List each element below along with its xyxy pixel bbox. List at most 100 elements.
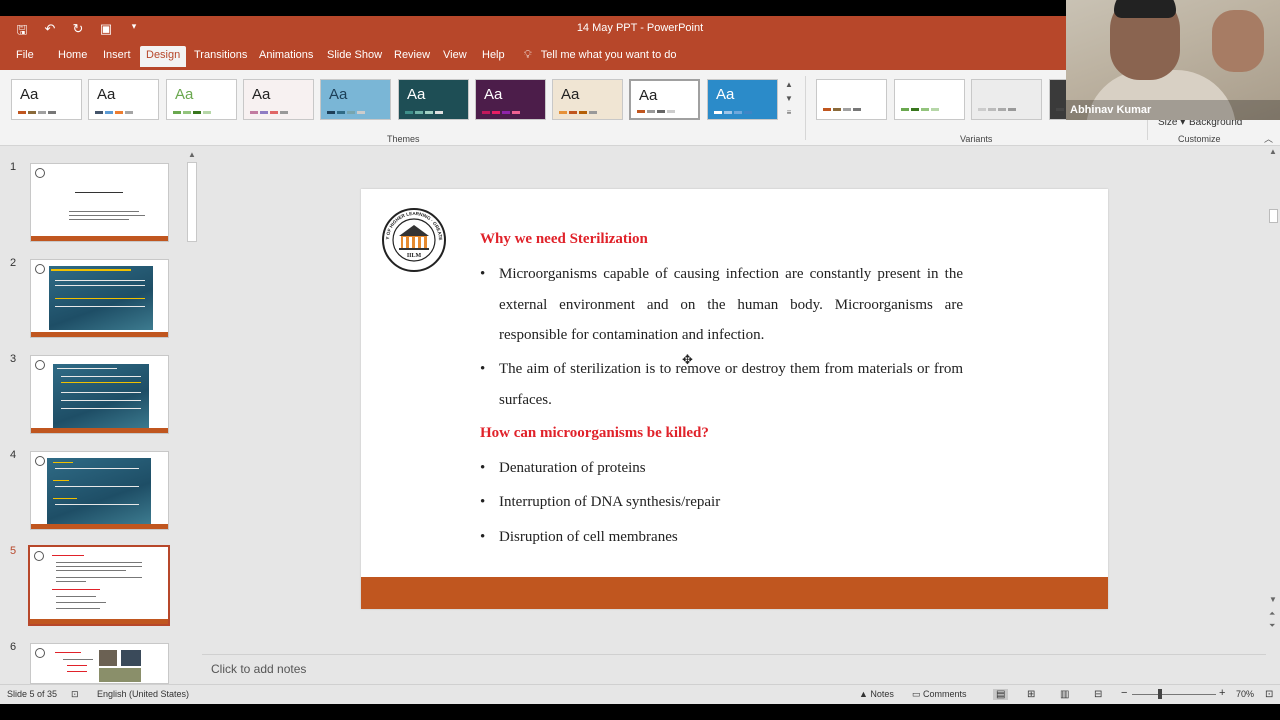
- bullet-text: Denaturation of proteins: [499, 460, 646, 476]
- screen-bottom-edge: [0, 704, 1280, 720]
- theme-option-7[interactable]: Aa: [475, 79, 546, 120]
- bullet-text: Disruption of cell membranes: [499, 529, 678, 545]
- next-slide-icon[interactable]: ⏷: [1269, 621, 1275, 631]
- notes-pane[interactable]: Click to add notes: [202, 654, 1266, 684]
- theme-color-swatches: [18, 111, 56, 114]
- college-logo-icon: [34, 551, 44, 561]
- customize-group-label: Customize: [1178, 134, 1221, 144]
- slide-sorter-icon[interactable]: ⊞: [1027, 689, 1035, 700]
- slideshow-icon[interactable]: ⊟: [1094, 689, 1102, 700]
- bullet-icon: •: [480, 361, 486, 377]
- slide-thumbnail-4[interactable]: [30, 451, 169, 530]
- current-slide[interactable]: IILM ACADEMY OF HIGHER LEARNING · GREATE…: [361, 189, 1108, 609]
- slide-counter: Slide 5 of 35: [7, 689, 58, 699]
- zoom-out-button[interactable]: −: [1121, 687, 1127, 699]
- fit-to-window-icon[interactable]: ⊡: [1265, 689, 1273, 700]
- variants-group-label: Variants: [960, 134, 993, 144]
- tab-review[interactable]: Review: [394, 49, 430, 61]
- scroll-thumb[interactable]: [1269, 209, 1278, 223]
- theme-option-8[interactable]: Aa: [552, 79, 623, 120]
- thumbnail-number: 2: [10, 257, 17, 269]
- comment-icon: ▭: [912, 689, 924, 699]
- theme-sample-text: Aa: [639, 87, 658, 104]
- chevron-down-icon[interactable]: ▼: [1269, 595, 1277, 604]
- theme-sample-text: Aa: [175, 86, 194, 103]
- tell-me-box[interactable]: 💡︎ Tell me what you want to do: [524, 49, 677, 62]
- notes-button[interactable]: ▲ Notes: [859, 689, 894, 699]
- language-indicator[interactable]: English (United States): [97, 689, 189, 699]
- theme-color-swatches: [405, 111, 443, 114]
- college-logo-icon: [35, 264, 45, 274]
- tab-animations[interactable]: Animations: [259, 49, 313, 61]
- tab-view[interactable]: View: [443, 49, 467, 61]
- bullet-icon: •: [480, 529, 486, 545]
- chevron-up-icon[interactable]: ▲: [1269, 147, 1277, 156]
- previous-slide-icon[interactable]: ⏶: [1269, 609, 1275, 619]
- theme-sample-text: Aa: [97, 86, 116, 103]
- person-hand: [1212, 10, 1264, 72]
- theme-option-3[interactable]: Aa: [166, 79, 237, 120]
- reading-view-icon[interactable]: ▥: [1060, 689, 1069, 700]
- normal-view-icon[interactable]: ▤: [993, 689, 1009, 700]
- theme-option-6[interactable]: Aa: [398, 79, 469, 120]
- themes-gallery-scroll[interactable]: ▲ ▼ ≡: [782, 78, 796, 122]
- notes-icon: ▲: [859, 689, 871, 699]
- slide-bullet: • Interruption of DNA synthesis/repair: [480, 487, 963, 518]
- slide-heading-how-killed: How can microorganisms be killed?: [480, 425, 709, 441]
- gallery-more-icon[interactable]: ≡: [782, 106, 796, 120]
- tab-slide-show[interactable]: Slide Show: [327, 49, 382, 61]
- theme-option-5[interactable]: Aa: [320, 79, 391, 120]
- zoom-slider-thumb[interactable]: [1158, 689, 1162, 699]
- theme-option-2[interactable]: Aa: [88, 79, 159, 120]
- thumbnail-number: 3: [10, 353, 17, 365]
- accessibility-icon[interactable]: ⊡: [71, 689, 79, 700]
- theme-option-1[interactable]: Aa: [11, 79, 82, 120]
- college-logo-icon: [35, 456, 45, 466]
- tab-insert[interactable]: Insert: [103, 49, 131, 61]
- slide-thumbnail-2[interactable]: [30, 259, 169, 338]
- theme-color-swatches: [327, 111, 365, 114]
- variant-option-1[interactable]: [816, 79, 887, 120]
- theme-option-4[interactable]: Aa: [243, 79, 314, 120]
- variant-option-2[interactable]: [894, 79, 965, 120]
- slide-vertical-scrollbar[interactable]: ▲ ▼ ⏶ ⏷: [1266, 147, 1280, 684]
- themes-group-label: Themes: [387, 134, 420, 144]
- bullet-icon: •: [480, 266, 486, 282]
- thumbnail-number: 6: [10, 641, 17, 653]
- logo-center-text: IILM: [407, 253, 422, 259]
- thumbnail-number: 5: [10, 545, 17, 557]
- tab-design[interactable]: Design: [140, 46, 187, 67]
- zoom-slider[interactable]: [1132, 694, 1216, 695]
- tab-file[interactable]: File: [16, 49, 34, 61]
- chevron-up-icon[interactable]: ▲: [782, 78, 796, 92]
- theme-color-swatches: [95, 111, 133, 114]
- tab-home[interactable]: Home: [58, 49, 87, 61]
- chevron-down-icon[interactable]: ▼: [782, 92, 796, 106]
- move-cursor-icon: ✥: [682, 352, 693, 367]
- slide-bullet: • Disruption of cell membranes: [480, 522, 963, 553]
- zoom-level[interactable]: 70%: [1236, 689, 1254, 699]
- theme-color-swatches: [173, 111, 211, 114]
- slide-thumbnail-5[interactable]: [26, 543, 172, 628]
- college-logo-icon: [35, 168, 45, 178]
- comments-button[interactable]: ▭ Comments: [912, 689, 967, 700]
- variant-option-3[interactable]: [971, 79, 1042, 120]
- scroll-thumb[interactable]: [187, 162, 197, 242]
- powerpoint-window: 🖫 ↶ ↻ ▣ ▾ 14 May PPT - PowerPoint File H…: [0, 0, 1280, 704]
- participant-name: Abhinav Kumar: [1066, 100, 1280, 120]
- theme-option-9[interactable]: Aa: [629, 79, 700, 120]
- slide-bullet: • The aim of sterilization is to remove …: [480, 354, 963, 415]
- tab-help[interactable]: Help: [482, 49, 505, 61]
- slide-thumbnail-1[interactable]: [30, 163, 169, 242]
- slide-thumbnail-6[interactable]: [30, 643, 169, 684]
- theme-option-10[interactable]: Aa: [707, 79, 778, 120]
- slide-thumbnail-3[interactable]: [30, 355, 169, 434]
- chevron-up-icon[interactable]: ▲: [188, 150, 196, 159]
- thumbnails-scrollbar[interactable]: ▲: [186, 150, 198, 680]
- tab-transitions[interactable]: Transitions: [194, 49, 247, 61]
- theme-sample-text: Aa: [252, 86, 271, 103]
- collapse-ribbon-icon[interactable]: ︿: [1264, 132, 1273, 145]
- zoom-in-button[interactable]: +: [1219, 687, 1225, 699]
- theme-sample-text: Aa: [561, 86, 580, 103]
- bullet-icon: •: [480, 460, 486, 476]
